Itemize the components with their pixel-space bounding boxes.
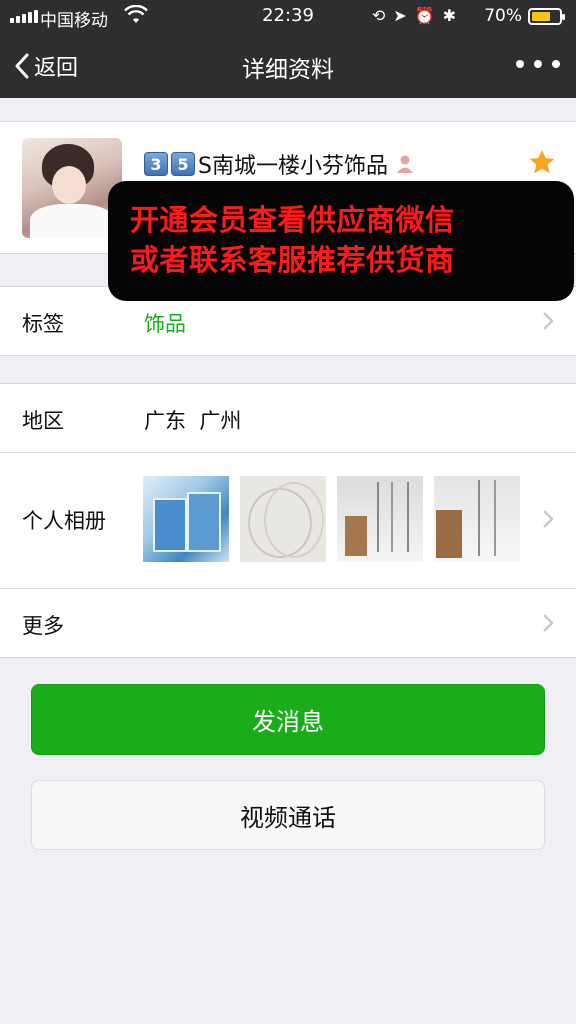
- more-label: 更多: [22, 614, 64, 638]
- album-thumbnails: [143, 476, 520, 562]
- female-icon: [396, 155, 413, 173]
- banner-line: 或者联系客服推荐供货商: [130, 243, 455, 277]
- status-bar: 中国移动 22:39 ⟲ ➤ ⏰ ✱ 70%: [0, 0, 576, 32]
- rotation-lock-icon: ⟲: [371, 6, 386, 25]
- more-row[interactable]: 更多: [0, 589, 576, 657]
- nav-bar: 返回 详细资料: [0, 32, 576, 98]
- chevron-left-icon: [15, 53, 29, 79]
- avatar[interactable]: [22, 138, 122, 238]
- tag-label: 标签: [22, 312, 64, 336]
- album-photo: [240, 476, 326, 562]
- chevron-right-icon: [543, 510, 554, 528]
- region-row: 地区 广东 广州: [0, 384, 576, 452]
- chevron-right-icon: [543, 614, 554, 632]
- location-icon: ➤: [393, 6, 407, 25]
- alarm-icon: ⏰: [414, 6, 435, 25]
- contact-name-row: 3 5 S南城一楼小芬饰品: [144, 148, 415, 180]
- info-section: 地区 广东 广州 个人相册 更多: [0, 383, 576, 658]
- album-photo: [337, 476, 423, 562]
- chevron-right-icon: [543, 312, 554, 330]
- battery-icon: [528, 8, 565, 25]
- promo-banner: 开通会员查看供应商微信 或者联系客服推荐供货商: [108, 181, 574, 301]
- number-badge: 3: [144, 152, 168, 176]
- banner-line: 开通会员查看供应商微信: [130, 203, 455, 237]
- region-label: 地区: [22, 409, 64, 433]
- back-button[interactable]: 返回: [14, 50, 78, 82]
- region-value: 广东 广州: [144, 409, 242, 433]
- star-icon[interactable]: [528, 148, 556, 176]
- album-label: 个人相册: [22, 509, 106, 533]
- bluetooth-icon: ✱: [442, 6, 456, 25]
- tag-value: 饰品: [144, 312, 186, 336]
- video-call-button[interactable]: 视频通话: [31, 780, 545, 850]
- album-row[interactable]: 个人相册: [0, 453, 576, 588]
- more-dots-icon[interactable]: [516, 52, 560, 76]
- contact-name: S南城一楼小芬饰品: [198, 154, 388, 179]
- number-badge: 5: [171, 152, 195, 176]
- send-message-button[interactable]: 发消息: [31, 684, 545, 755]
- album-photo: [434, 476, 520, 562]
- page-title: 详细资料: [242, 57, 334, 83]
- battery-percent: 70%: [484, 6, 522, 26]
- back-label: 返回: [34, 56, 79, 81]
- album-photo: [143, 476, 229, 562]
